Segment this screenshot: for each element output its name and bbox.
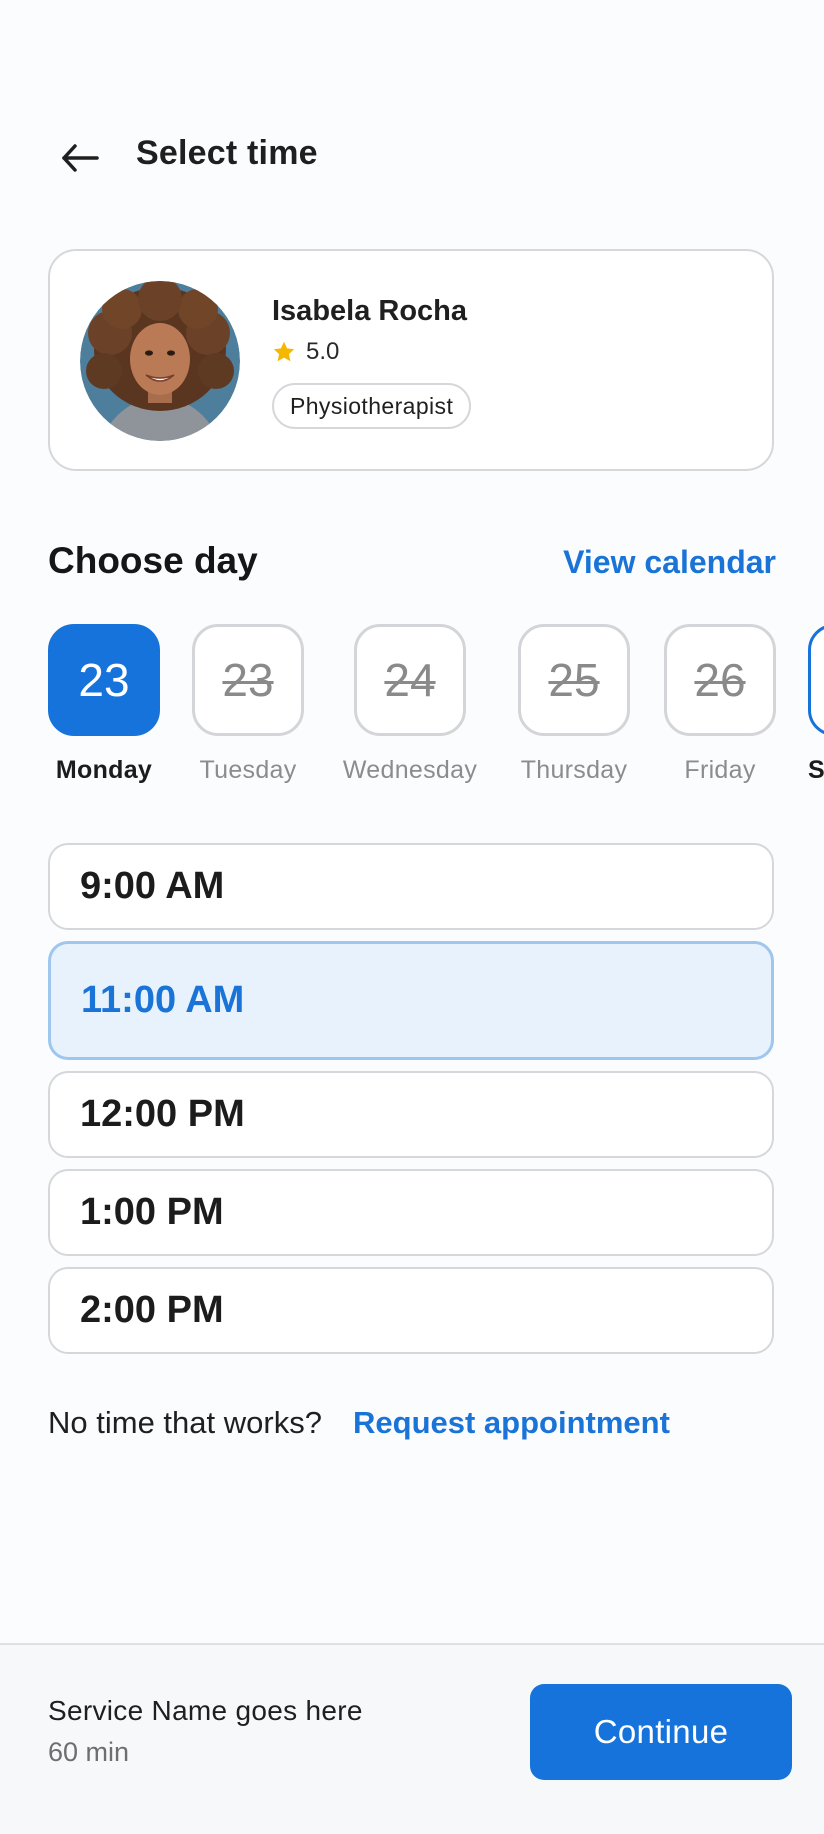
star-icon [273,341,295,362]
day-weekday: Friday [684,756,756,784]
header: Select time [0,118,824,188]
day-option[interactable]: 23 Monday [48,624,160,784]
rating: 5.0 [272,338,339,366]
page-title: Select time [136,134,318,172]
day-date: 25 [518,624,630,736]
day-option: 25 Thursday [518,624,630,784]
day-weekday: Monday [55,756,153,784]
provider-name: Isabela Rocha [272,295,468,327]
day-weekday: S [808,756,824,784]
continue-button[interactable]: Continue [530,1684,792,1780]
role-chip: Physiotherapist [272,383,472,429]
day-date: 23 [192,624,304,736]
arrow-left-icon [62,144,99,172]
day-date [808,624,824,736]
time-slot[interactable]: 1:00 PM [48,1169,774,1256]
day-option: 23 Tuesday [192,624,304,784]
view-calendar-link[interactable]: View calendar [563,544,776,581]
day-option[interactable]: S [808,624,824,784]
back-button[interactable] [52,130,108,186]
day-option: 24 Wednesday [343,624,477,784]
day-date: 26 [664,624,776,736]
select-time-screen: Select time Isabela Rocha 5.0 Physiother… [0,0,824,1834]
request-appointment-link[interactable]: Request appointment [353,1405,670,1441]
rating-value: 5.0 [306,338,340,365]
time-slot[interactable]: 9:00 AM [48,843,774,930]
time-slot[interactable]: 2:00 PM [48,1267,774,1354]
day-option: 26 Friday [664,624,776,784]
service-duration: 60 min [48,1737,130,1767]
provider-card: Isabela Rocha 5.0 Physiotherapist [48,249,774,471]
time-slot[interactable]: 12:00 PM [48,1071,774,1158]
day-date: 24 [354,624,466,736]
service-name: Service Name goes here [48,1695,363,1726]
day-weekday: Wednesday [342,756,478,784]
bottom-bar: Service Name goes here 60 min Continue [0,1643,824,1834]
no-time-prompt: No time that works? [48,1405,322,1440]
day-selector: 23 Monday 23 Tuesday 24 Wednesday 25 Thu… [0,624,824,794]
time-slot-selected[interactable]: 11:00 AM [48,941,774,1060]
day-date: 23 [48,624,160,736]
avatar [80,281,240,441]
day-weekday: Thursday [520,756,628,784]
day-weekday: Tuesday [199,756,297,784]
choose-day-heading: Choose day [48,540,258,581]
